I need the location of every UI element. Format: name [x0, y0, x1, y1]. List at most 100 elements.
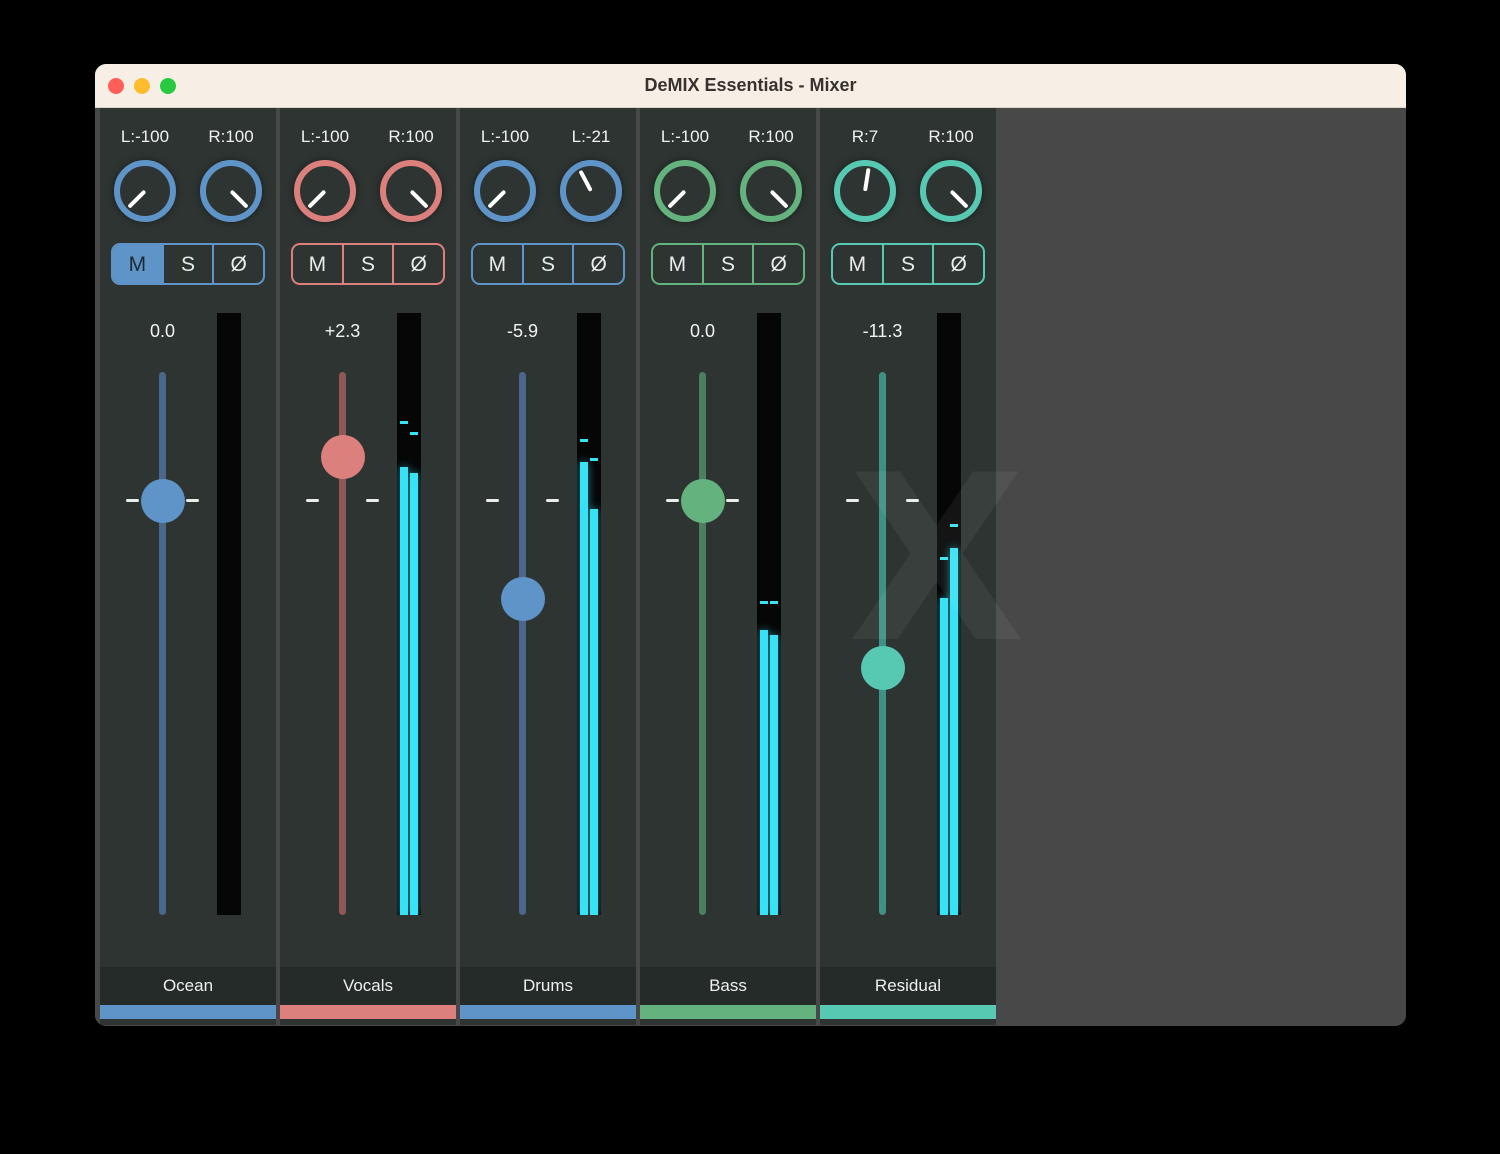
fader-thumb[interactable]: [681, 479, 725, 523]
app-window: DeMIX Essentials - Mixer L:-100 R:100 M …: [95, 64, 1406, 1026]
solo-button[interactable]: S: [164, 245, 215, 283]
volume-fader[interactable]: [500, 372, 545, 915]
meter-peak-tick: [770, 601, 778, 604]
fader-track[interactable]: [879, 372, 886, 915]
solo-button[interactable]: S: [344, 245, 395, 283]
fader-thumb[interactable]: [321, 435, 365, 479]
meter-bar-left: [400, 313, 408, 915]
pan-left-block: L:-100: [104, 126, 186, 222]
level-meter: [397, 313, 421, 915]
channel-button-group: M S Ø: [651, 243, 805, 285]
knob-pointer-icon: [950, 190, 969, 209]
channel-color-bar: [100, 1005, 276, 1019]
channel-name: Residual: [820, 967, 996, 1005]
pan-right-knob[interactable]: [200, 160, 262, 222]
gain-value: +2.3: [280, 321, 405, 342]
zero-db-tick-left: [306, 499, 319, 502]
mute-button[interactable]: M: [653, 245, 704, 283]
meter-peak-tick: [580, 439, 588, 442]
channel-button-group: M S Ø: [471, 243, 625, 285]
meter-peak-tick: [760, 601, 768, 604]
window-title: DeMIX Essentials - Mixer: [644, 75, 856, 96]
fader-thumb[interactable]: [861, 646, 905, 690]
channel-strip-vocals: L:-100 R:100 M S Ø +2.3: [280, 108, 456, 1025]
phase-button[interactable]: Ø: [574, 245, 623, 283]
fader-thumb[interactable]: [501, 577, 545, 621]
zero-db-tick-right: [726, 499, 739, 502]
pan-knobs-row: L:-100 L:-21: [460, 126, 636, 222]
phase-button[interactable]: Ø: [394, 245, 443, 283]
meter-fill: [590, 509, 598, 915]
meter-bar-left: [940, 313, 948, 915]
pan-left-block: L:-100: [284, 126, 366, 222]
pan-right-knob[interactable]: [740, 160, 802, 222]
knob-pointer-icon: [230, 190, 249, 209]
mute-button[interactable]: M: [113, 245, 164, 283]
zero-db-tick-left: [486, 499, 499, 502]
volume-fader[interactable]: [320, 372, 365, 915]
zero-db-tick-right: [366, 499, 379, 502]
channel-name-bar: Bass: [640, 967, 816, 1025]
pan-left-knob[interactable]: [114, 160, 176, 222]
pan-left-knob[interactable]: [654, 160, 716, 222]
pan-left-knob[interactable]: [834, 160, 896, 222]
volume-fader[interactable]: [680, 372, 725, 915]
pan-right-knob[interactable]: [380, 160, 442, 222]
fader-track[interactable]: [699, 372, 706, 915]
pan-right-block: L:-21: [550, 126, 632, 222]
pan-right-knob[interactable]: [560, 160, 622, 222]
zoom-button[interactable]: [160, 78, 176, 94]
pan-left-block: L:-100: [644, 126, 726, 222]
gain-value: -11.3: [820, 321, 945, 342]
level-meter: [757, 313, 781, 915]
pan-right-knob[interactable]: [920, 160, 982, 222]
mute-button[interactable]: M: [833, 245, 884, 283]
meter-bar-left: [760, 313, 768, 915]
meter-bar-right: [950, 313, 958, 915]
pan-left-knob[interactable]: [294, 160, 356, 222]
level-meter: [217, 313, 241, 915]
pan-right-label: R:100: [928, 126, 973, 148]
zero-db-tick-right: [546, 499, 559, 502]
channel-button-group: M S Ø: [111, 243, 265, 285]
fader-track[interactable]: [519, 372, 526, 915]
zero-db-tick-left: [126, 499, 139, 502]
meter-bar-right: [230, 313, 238, 915]
solo-button[interactable]: S: [704, 245, 755, 283]
channel-strips: L:-100 R:100 M S Ø 0.0: [100, 108, 996, 1025]
traffic-lights: [108, 64, 176, 107]
mute-button[interactable]: M: [473, 245, 524, 283]
mute-button[interactable]: M: [293, 245, 344, 283]
minimize-button[interactable]: [134, 78, 150, 94]
zero-db-tick-right: [906, 499, 919, 502]
channel-name-bar: Residual: [820, 967, 996, 1025]
pan-right-label: R:100: [748, 126, 793, 148]
volume-fader[interactable]: [140, 372, 185, 915]
pan-left-knob[interactable]: [474, 160, 536, 222]
solo-button[interactable]: S: [524, 245, 575, 283]
channel-name-bar: Ocean: [100, 967, 276, 1025]
fader-track[interactable]: [159, 372, 166, 915]
knob-pointer-icon: [667, 190, 686, 209]
meter-peak-tick: [400, 421, 408, 424]
knob-pointer-icon: [307, 190, 326, 209]
knob-pointer-icon: [127, 190, 146, 209]
channel-color-bar: [640, 1005, 816, 1019]
gain-value: 0.0: [640, 321, 765, 342]
phase-button[interactable]: Ø: [934, 245, 983, 283]
channel-name: Ocean: [100, 967, 276, 1005]
close-button[interactable]: [108, 78, 124, 94]
meter-bar-right: [410, 313, 418, 915]
channel-name-bar: Drums: [460, 967, 636, 1025]
fader-thumb[interactable]: [141, 479, 185, 523]
knob-pointer-icon: [410, 190, 429, 209]
pan-knobs-row: L:-100 R:100: [640, 126, 816, 222]
meter-peak-tick: [590, 458, 598, 461]
volume-fader[interactable]: [860, 372, 905, 915]
phase-button[interactable]: Ø: [754, 245, 803, 283]
meter-peak-tick: [410, 432, 418, 435]
channel-button-group: M S Ø: [291, 243, 445, 285]
pan-right-block: R:100: [910, 126, 992, 222]
phase-button[interactable]: Ø: [214, 245, 263, 283]
solo-button[interactable]: S: [884, 245, 935, 283]
